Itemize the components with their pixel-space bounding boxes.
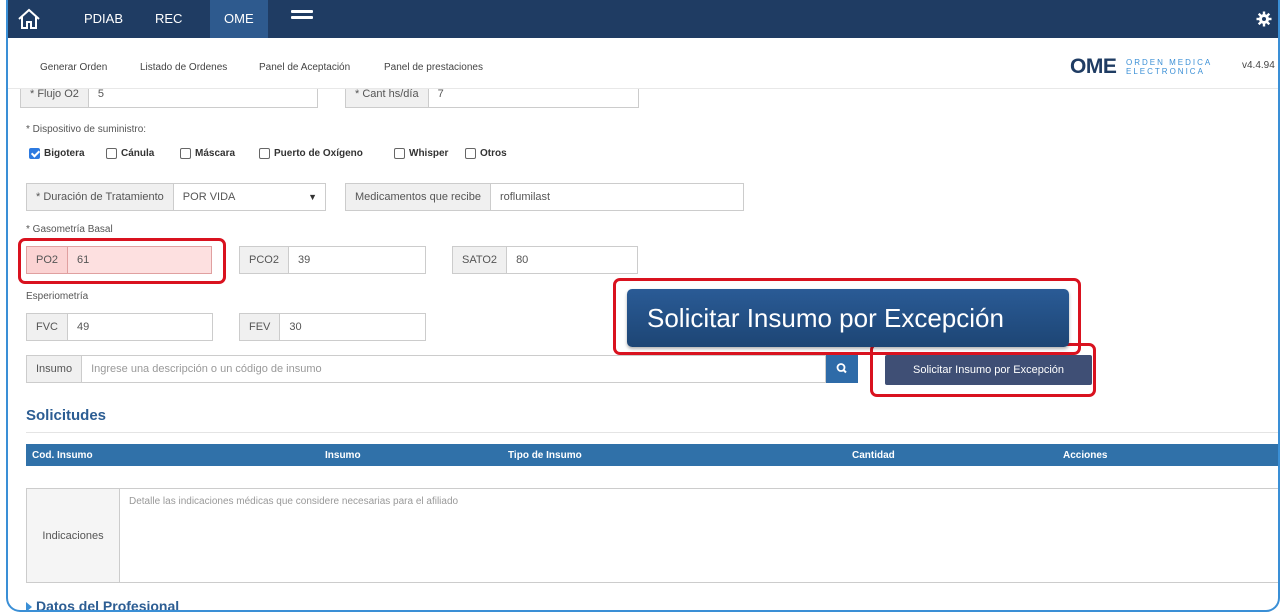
solicitudes-title: Solicitudes	[26, 407, 107, 424]
col-cantidad: Cantidad	[852, 450, 895, 461]
hamburger-menu-icon[interactable]	[291, 10, 313, 26]
col-insumo: Insumo	[325, 450, 361, 461]
duracion-select[interactable]: POR VIDA	[174, 184, 300, 210]
search-icon	[836, 363, 847, 374]
solicitar-excepcion-button[interactable]: Solicitar Insumo por Excepción	[885, 355, 1092, 385]
app-frame: PDIAB REC OME Generar Orden Listado de O…	[6, 0, 1280, 612]
checkbox-otros[interactable]: Otros	[465, 148, 507, 159]
callout-label: Solicitar Insumo por Excepción	[627, 289, 1069, 347]
pco2-input[interactable]: 39	[289, 247, 425, 273]
top-navbar: PDIAB REC OME	[8, 0, 1278, 38]
sato2-group[interactable]: SATO2 80	[452, 246, 638, 274]
fev-input[interactable]: 30	[280, 314, 425, 340]
divider	[26, 432, 1278, 433]
fvc-group[interactable]: FVC 49	[26, 313, 213, 341]
col-tipo-insumo: Tipo de Insumo	[508, 450, 582, 461]
checkbox-mascara[interactable]: Máscara	[180, 148, 235, 159]
checkbox-puerto-oxigeno[interactable]: Puerto de Oxígeno	[259, 148, 363, 159]
checkbox-whisper[interactable]: Whisper	[394, 148, 448, 159]
medicamentos-group[interactable]: Medicamentos que recibe roflumilast	[345, 183, 744, 211]
fev-group[interactable]: FEV 30	[239, 313, 426, 341]
sub-navbar-mask: Generar Orden Listado de Ordenes Panel d…	[8, 38, 1278, 89]
checkbox-checked-icon	[29, 148, 40, 159]
esperiometria-label: Esperiometría	[26, 291, 89, 302]
col-acciones: Acciones	[1063, 450, 1108, 461]
dispositivo-label: * Dispositivo de suministro:	[26, 124, 147, 135]
datos-profesional-section[interactable]: Datos del Profesional	[36, 598, 179, 610]
home-icon[interactable]	[16, 6, 42, 32]
sato2-input[interactable]: 80	[507, 247, 637, 273]
nav-rec[interactable]: REC	[141, 0, 196, 38]
search-button[interactable]	[826, 355, 858, 383]
gasometria-label: * Gasometría Basal	[26, 224, 113, 235]
duracion-group[interactable]: * Duración de Tratamiento POR VIDA ▼	[26, 183, 326, 211]
medicamentos-input[interactable]: roflumilast	[491, 184, 743, 210]
fvc-input[interactable]: 49	[68, 314, 212, 340]
expand-arrow-icon[interactable]	[26, 602, 32, 610]
indicaciones-group[interactable]: Indicaciones Detalle las indicaciones mé…	[26, 488, 1278, 583]
po2-input[interactable]: 61	[68, 247, 211, 273]
nav-ome[interactable]: OME	[210, 0, 268, 38]
checkbox-canula[interactable]: Cánula	[106, 148, 154, 159]
col-cod-insumo: Cod. Insumo	[32, 450, 93, 461]
indicaciones-textarea[interactable]: Detalle las indicaciones médicas que con…	[120, 489, 1278, 582]
pco2-group[interactable]: PCO2 39	[239, 246, 426, 274]
chevron-down-icon[interactable]: ▼	[300, 184, 325, 210]
solicitudes-table-header: Cod. Insumo Insumo Tipo de Insumo Cantid…	[26, 444, 1278, 466]
po2-group[interactable]: PO2 61	[26, 246, 212, 274]
checkbox-bigotera[interactable]: Bigotera	[29, 148, 85, 159]
nav-pdiab[interactable]: PDIAB	[70, 0, 137, 38]
insumo-search-input[interactable]: Ingrese una descripción o un código de i…	[82, 356, 825, 382]
gear-icon[interactable]	[1256, 11, 1272, 27]
insumo-group[interactable]: Insumo Ingrese una descripción o un códi…	[26, 355, 826, 383]
indicaciones-label: Indicaciones	[27, 489, 120, 582]
